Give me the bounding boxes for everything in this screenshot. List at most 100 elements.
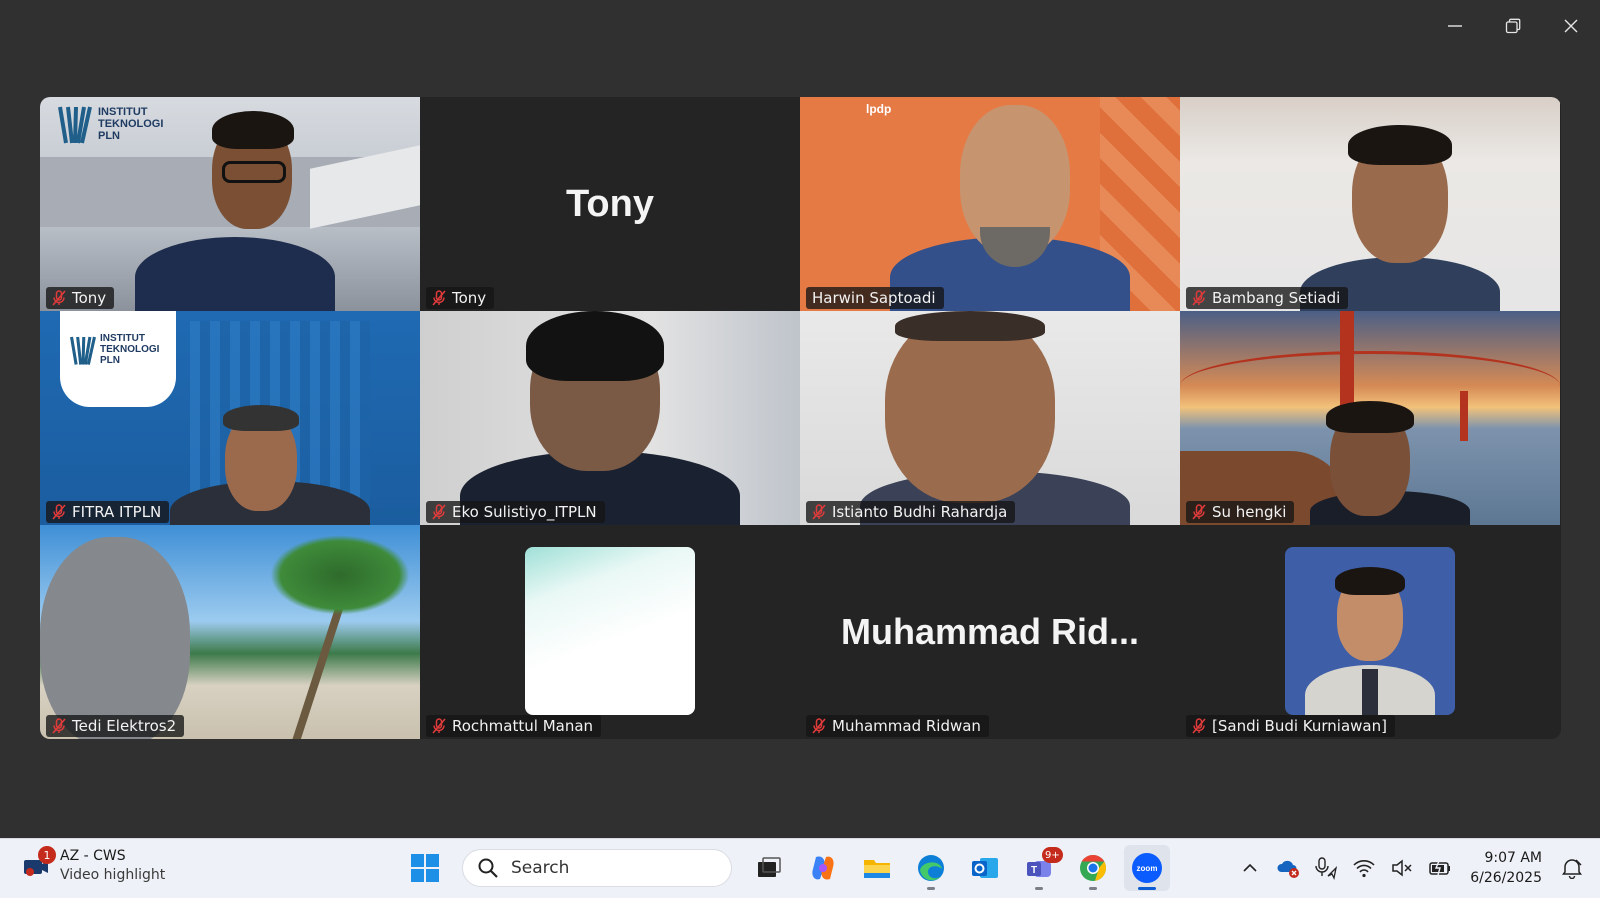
battery-button[interactable]	[1428, 856, 1452, 880]
participant-name: Eko Sulistiyo_ITPLN	[452, 503, 597, 521]
search-icon	[478, 858, 498, 878]
participant-tile[interactable]: [Sandi Budi Kurniawan]	[1180, 525, 1560, 739]
volume-button[interactable]	[1390, 856, 1414, 880]
participant-name: Su hengki	[1212, 503, 1287, 521]
zoom-button[interactable]: zoom	[1124, 845, 1170, 891]
app-running-indicator	[1035, 887, 1043, 890]
chrome-button[interactable]	[1070, 845, 1116, 891]
wifi-button[interactable]	[1352, 856, 1376, 880]
participant-name: Muhammad Ridwan	[832, 717, 981, 735]
wifi-icon	[1353, 860, 1375, 878]
outlook-button[interactable]	[962, 845, 1008, 891]
profile-picture	[1285, 547, 1455, 715]
participant-name-tag: Rochmattul Manan	[426, 715, 602, 737]
restore-icon	[1505, 18, 1521, 34]
lpdp-logo: lpdp	[866, 103, 891, 115]
taskbar-apps: Search T 9+ zoom	[402, 845, 1170, 891]
participant-tile[interactable]: Tony Tony	[420, 97, 800, 311]
participant-name-tag: FITRA ITPLN	[46, 501, 170, 523]
teams-badge: 9+	[1042, 847, 1063, 863]
close-icon	[1564, 19, 1578, 33]
participant-name-tag: Tony	[426, 287, 495, 309]
participant-name-tag: Istianto Budhi Rahardja	[806, 501, 1016, 523]
edge-button[interactable]	[908, 845, 954, 891]
microphone-location-button[interactable]	[1314, 856, 1338, 880]
clock[interactable]: 9:07 AM 6/26/2025	[1466, 848, 1546, 888]
participant-tile[interactable]: INSTITUT TEKNOLOGI PLN Tony	[40, 97, 420, 311]
video-gallery: INSTITUT TEKNOLOGI PLN Tony Tony Tony lp…	[40, 97, 1561, 739]
restore-button[interactable]	[1484, 0, 1542, 52]
onedrive-status-button[interactable]	[1276, 856, 1300, 880]
zoom-meeting-window: INSTITUT TEKNOLOGI PLN Tony Tony Tony lp…	[0, 0, 1600, 898]
notification-text: AZ - CWS Video highlight	[60, 847, 165, 885]
lpdp-logo-text: lpdp	[866, 102, 892, 116]
participant-name: Tedi Elektros2	[72, 717, 177, 735]
app-running-indicator	[1089, 887, 1097, 890]
task-view-icon	[758, 857, 781, 877]
participant-tile[interactable]: INSTITUT TEKNOLOGI PLN FITRA ITPLN	[40, 311, 420, 525]
profile-picture	[525, 547, 695, 715]
clock-time: 9:07 AM	[1484, 850, 1542, 866]
mic-muted-icon	[812, 718, 826, 734]
participant-name: Harwin Saptoadi	[812, 289, 936, 307]
show-hidden-icons-button[interactable]	[1238, 856, 1262, 880]
mic-muted-icon	[1192, 504, 1206, 520]
itpln-logo-text: INSTITUT TEKNOLOGI PLN	[98, 106, 164, 142]
chevron-up-icon	[1243, 863, 1257, 872]
mic-muted-icon	[52, 290, 66, 306]
participant-name: [Sandi Budi Kurniawan]	[1212, 717, 1387, 735]
participant-tile[interactable]: Rochmattul Manan	[420, 525, 800, 739]
taskbar-search[interactable]: Search	[462, 849, 732, 887]
teams-button[interactable]: T 9+	[1016, 845, 1063, 891]
clock-date: 6/26/2025	[1470, 870, 1542, 886]
volume-muted-icon	[1392, 859, 1412, 877]
video-highlight-icon: 1	[22, 846, 56, 880]
window-controls	[1426, 0, 1600, 52]
system-tray: 9:07 AM 6/26/2025	[1238, 845, 1584, 891]
participant-display-name: Tony	[566, 182, 654, 225]
participant-tile-active-speaker[interactable]: lpdp Harwin Saptoadi	[800, 97, 1180, 311]
participant-name: Istianto Budhi Rahardja	[832, 503, 1008, 521]
participant-tile[interactable]: Muhammad Rid... Muhammad Ridwan	[800, 525, 1180, 739]
itpln-logo-icon	[58, 106, 92, 144]
participant-tile[interactable]: Tedi Elektros2	[40, 525, 420, 739]
minimize-button[interactable]	[1426, 0, 1484, 52]
participant-tile[interactable]: Bambang Setiadi	[1180, 97, 1560, 311]
mic-muted-icon	[52, 504, 66, 520]
participant-tile[interactable]: Su hengki	[1180, 311, 1560, 525]
battery-charging-icon	[1429, 860, 1451, 876]
close-button[interactable]	[1542, 0, 1600, 52]
participant-name-tag: Eko Sulistiyo_ITPLN	[426, 501, 605, 523]
mic-muted-icon	[1192, 290, 1206, 306]
mic-muted-icon	[432, 718, 446, 734]
svg-text:zoom: zoom	[1137, 864, 1158, 873]
notification-title: AZ - CWS	[60, 848, 126, 864]
participant-name-tag: Muhammad Ridwan	[806, 715, 989, 737]
taskbar-notification[interactable]: 1 AZ - CWS Video highlight	[22, 846, 165, 885]
mic-muted-icon	[52, 718, 66, 734]
itpln-logo-icon	[70, 336, 96, 365]
mic-muted-icon	[1192, 718, 1206, 734]
notifications-button[interactable]	[1560, 856, 1584, 880]
minimize-icon	[1448, 25, 1462, 27]
participant-name-tag: [Sandi Budi Kurniawan]	[1186, 715, 1395, 737]
participant-tile[interactable]: Eko Sulistiyo_ITPLN	[420, 311, 800, 525]
svg-text:T: T	[1031, 865, 1037, 876]
participant-name-tag: Bambang Setiadi	[1186, 287, 1349, 309]
microphone-location-icon	[1315, 857, 1338, 880]
task-view-button[interactable]	[746, 845, 792, 891]
participant-name-tag: Harwin Saptoadi	[806, 287, 944, 309]
participant-name: FITRA ITPLN	[72, 503, 162, 521]
copilot-icon	[812, 856, 834, 880]
itpln-logo: INSTITUT TEKNOLOGI PLN	[60, 311, 176, 407]
participant-tile[interactable]: Istianto Budhi Rahardja	[800, 311, 1180, 525]
onedrive-error-icon	[1277, 860, 1300, 878]
itpln-logo: INSTITUT TEKNOLOGI PLN	[58, 103, 168, 145]
start-button[interactable]	[402, 845, 448, 891]
file-explorer-button[interactable]	[854, 845, 900, 891]
participant-name-tag: Tony	[46, 287, 115, 309]
app-running-indicator	[927, 887, 935, 890]
copilot-button[interactable]	[800, 845, 846, 891]
participant-name: Rochmattul Manan	[452, 717, 594, 735]
folder-icon	[864, 860, 890, 878]
